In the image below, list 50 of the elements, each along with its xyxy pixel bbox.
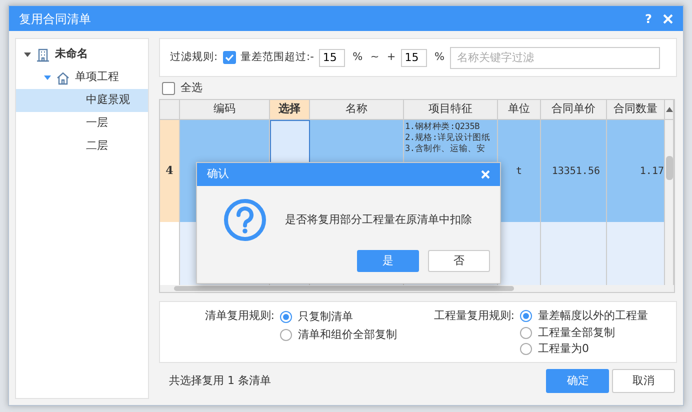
row-number: 4 (160, 120, 180, 222)
column-header[interactable]: 编码 (180, 100, 270, 120)
scroll-up-icon[interactable] (666, 107, 672, 112)
scrollbar-thumb[interactable] (174, 286, 514, 292)
filter-label: 过滤规则: (170, 50, 218, 65)
percent-sign: % (352, 50, 363, 65)
radio-option[interactable]: 工程量全部复制 (520, 324, 648, 341)
window-title: 复用合同清单 (19, 10, 91, 28)
column-header[interactable]: 单位 (498, 100, 541, 120)
number-field[interactable]: 15 (318, 48, 345, 66)
checkbox-label: 全选 (180, 80, 202, 96)
caret-icon[interactable] (24, 51, 31, 58)
selection-summary: 共选择复用 1 条清单 (169, 372, 271, 389)
tree-item[interactable]: 二层 (16, 135, 148, 158)
column-header[interactable]: 合同数量 (607, 100, 665, 120)
search-field[interactable]: 名称关键字过滤 (450, 46, 660, 68)
column-header[interactable]: 名称 (310, 100, 404, 120)
radio-option[interactable]: 工程量为0 (520, 341, 648, 358)
tree-item[interactable]: 中庭景观 (16, 89, 148, 112)
radio-option[interactable]: 清单和组价全部复制 (280, 326, 397, 344)
column-header[interactable]: 合同单价 (541, 100, 607, 120)
dialog-button[interactable]: 否 (428, 250, 490, 272)
dialog-title: 确认 (207, 166, 229, 182)
checkbox[interactable] (222, 51, 236, 64)
question-icon (223, 198, 267, 242)
tilde-sign: ~ (370, 50, 380, 65)
checkbox-label: 量差范围超过:- (240, 50, 314, 65)
number-field[interactable]: 15 (400, 48, 427, 66)
table-cell: 1.17 (607, 120, 665, 222)
column-header[interactable]: 选择 (270, 100, 310, 120)
building-icon (36, 48, 50, 62)
close-icon[interactable] (481, 170, 490, 179)
tree-item[interactable]: 一层 (16, 112, 148, 135)
radio-option[interactable]: 量差幅度以外的工程量 (520, 308, 648, 324)
plus-sign: + (386, 50, 396, 65)
column-header[interactable]: 项目特征 (404, 100, 498, 120)
percent-sign: % (434, 50, 444, 65)
reuse-rule-label: 清单复用规则: (204, 308, 276, 324)
house-icon (56, 70, 70, 84)
tree-item[interactable]: 单项工程 (16, 66, 148, 89)
dialog-button[interactable]: 取消 (612, 369, 675, 393)
tree-item[interactable]: 未命名 (16, 43, 148, 66)
table-cell: 13351.56 (541, 120, 607, 222)
close-icon[interactable] (663, 14, 673, 24)
radio-option[interactable]: 只复制清单 (280, 308, 397, 326)
scrollbar-thumb[interactable] (666, 156, 672, 180)
checkbox[interactable] (162, 82, 175, 94)
quantity-rule-label: 工程量复用规则: (432, 308, 516, 324)
table-cell: t (498, 120, 541, 222)
caret-icon[interactable] (44, 74, 51, 81)
